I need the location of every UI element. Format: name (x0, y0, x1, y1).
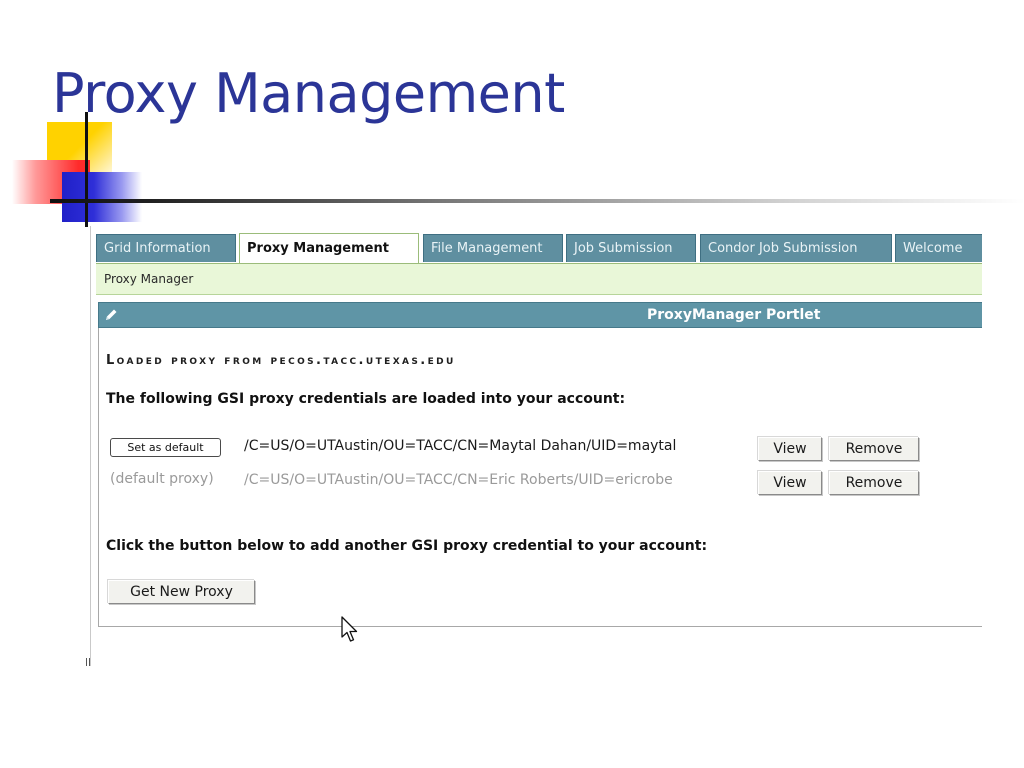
loaded-proxy-heading: Loaded proxy from pecos.tacc.utexas.edu (106, 353, 456, 368)
portal-screenshot: Grid Information Proxy Management File M… (90, 226, 982, 666)
mouse-cursor-icon (341, 616, 361, 644)
portlet-header: ProxyManager Portlet (98, 302, 982, 328)
default-proxy-label: (default proxy) (110, 471, 214, 487)
pencil-icon[interactable] (103, 307, 119, 323)
slide-title: Proxy Management (52, 62, 565, 125)
remove-button[interactable]: Remove (829, 437, 919, 461)
sub-navigation: Proxy Manager (96, 263, 982, 295)
get-new-proxy-button[interactable]: Get New Proxy (108, 580, 255, 604)
credential-dn: /C=US/O=UTAustin/OU=TACC/CN=Eric Roberts… (244, 472, 673, 488)
portal-tab-bar: Grid Information Proxy Management File M… (96, 233, 982, 263)
decorative-blue-square (62, 172, 142, 222)
decorative-vertical-line (85, 112, 88, 227)
screenshot-left-border (90, 226, 91, 666)
credential-dn: /C=US/O=UTAustin/OU=TACC/CN=Maytal Dahan… (244, 438, 677, 454)
view-button[interactable]: View (758, 471, 822, 495)
tab-grid-information[interactable]: Grid Information (96, 234, 236, 262)
tab-welcome[interactable]: Welcome (895, 234, 982, 262)
title-underline (50, 199, 1024, 203)
remove-button[interactable]: Remove (829, 471, 919, 495)
slide-bullet-marker (86, 654, 92, 668)
tab-file-management[interactable]: File Management (423, 234, 563, 262)
credentials-intro-text: The following GSI proxy credentials are … (106, 391, 626, 407)
add-credential-text: Click the button below to add another GS… (106, 538, 708, 554)
tab-condor-job-submission[interactable]: Condor Job Submission (700, 234, 892, 262)
tab-proxy-management[interactable]: Proxy Management (239, 233, 419, 263)
view-button[interactable]: View (758, 437, 822, 461)
tab-job-submission[interactable]: Job Submission (566, 234, 696, 262)
subnav-item-proxy-manager[interactable]: Proxy Manager (104, 272, 193, 286)
portlet-title: ProxyManager Portlet (647, 307, 821, 323)
set-as-default-button[interactable]: Set as default (110, 438, 221, 457)
